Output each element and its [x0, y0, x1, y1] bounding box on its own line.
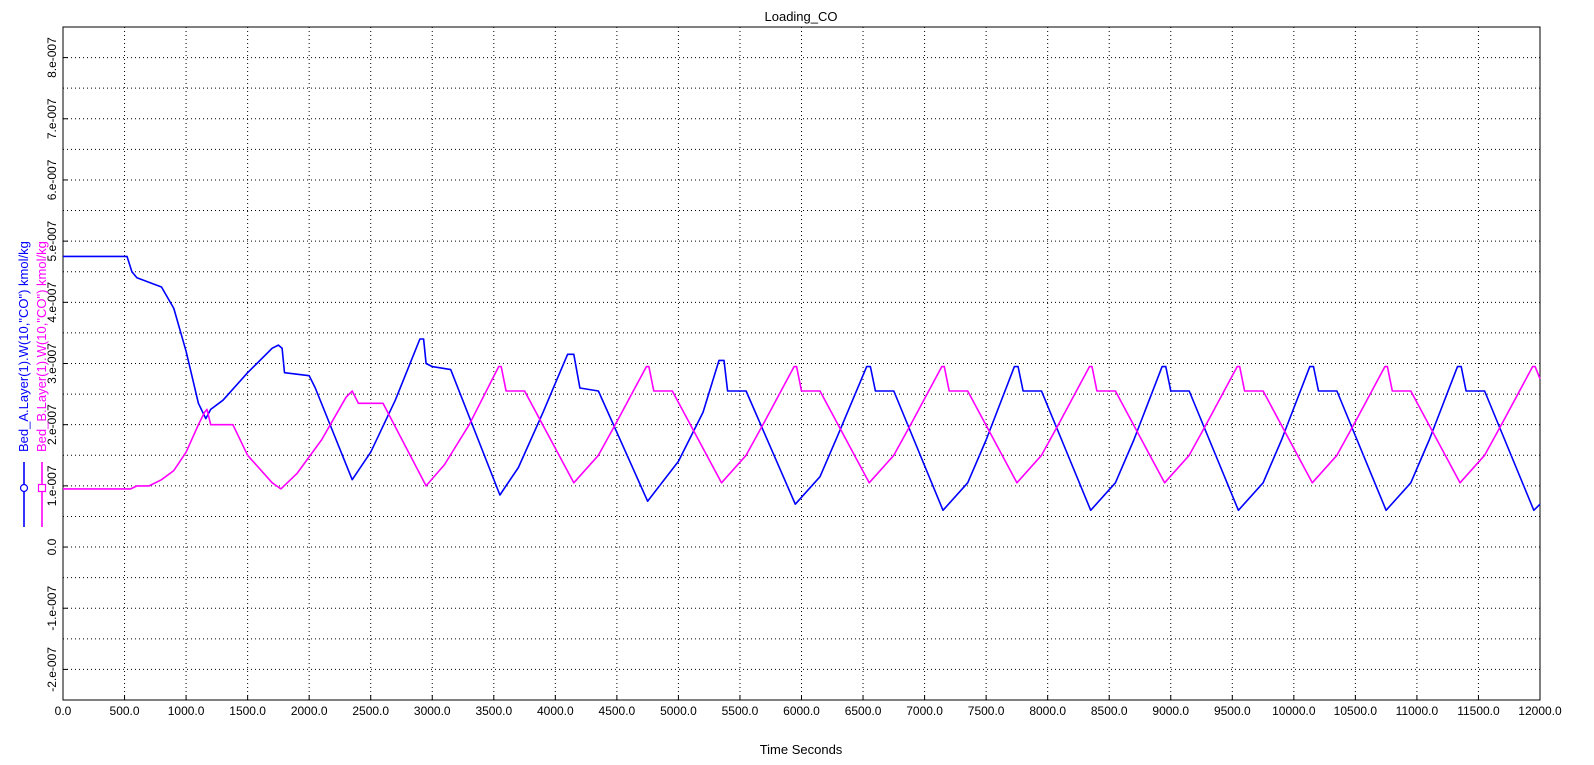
x-tick-label: 6500.0 — [845, 704, 882, 718]
x-tick-label: 0.0 — [55, 704, 72, 718]
x-tick-label: 500.0 — [110, 704, 140, 718]
chart-svg: Loading_CO Time Seconds 0.0 500.0 1000.0 15… — [16, 9, 1562, 757]
y-tick-label: 6.e-007 — [45, 159, 59, 200]
x-tick-label: 11000.0 — [1396, 704, 1439, 718]
x-tick-label: 3000.0 — [414, 704, 451, 718]
x-tick-label: 7000.0 — [906, 704, 943, 718]
x-tick-label: 10000.0 — [1272, 704, 1316, 718]
legend: Bed_A.Layer(1).W(10,"CO") kmol/kg Bed_B.L… — [16, 241, 49, 527]
x-tick-label: 1500.0 — [229, 704, 266, 718]
x-tick-label: 5500.0 — [722, 704, 759, 718]
axis-ticks: 0.0 500.0 1000.0 1500.0 2000.0 2500.0 3000.0 35… — [45, 37, 1562, 718]
x-tick-label: 3500.0 — [475, 704, 512, 718]
legend-label: Bed_A.Layer(1).W(10,"CO") kmol/kg — [16, 241, 31, 452]
y-tick-label: 1.e-007 — [45, 465, 59, 506]
x-tick-label: 2000.0 — [291, 704, 328, 718]
y-tick-label: 8.e-007 — [45, 37, 59, 78]
grid-lines — [63, 26, 1540, 700]
x-tick-label: 2500.0 — [352, 704, 389, 718]
x-tick-label: 8500.0 — [1091, 704, 1128, 718]
chart-container: Loading_CO Time Seconds 0.0 500.0 1000.0 15… — [0, 0, 1594, 760]
chart-title: Loading_CO — [765, 9, 838, 24]
y-tick-label: 7.e-007 — [45, 98, 59, 139]
x-tick-label: 9000.0 — [1152, 704, 1189, 718]
x-tick-label: 10500.0 — [1334, 704, 1378, 718]
x-tick-label: 1000.0 — [168, 704, 205, 718]
legend-marker-square — [37, 483, 47, 493]
x-tick-label: 7500.0 — [968, 704, 1005, 718]
x-tick-label: 5000.0 — [660, 704, 697, 718]
legend-label: Bed_B.Layer(1).W(10,"CO") kmol/kg — [34, 241, 49, 452]
x-tick-label: 6000.0 — [783, 704, 820, 718]
legend-marker-circle — [19, 483, 29, 493]
y-tick-label: 0.0 — [45, 538, 59, 555]
x-tick-label: 8000.0 — [1029, 704, 1066, 718]
x-tick-label: 4000.0 — [537, 704, 574, 718]
x-tick-label: 12000.0 — [1518, 704, 1562, 718]
y-tick-label: -2.e-007 — [45, 647, 59, 692]
x-tick-label: 9500.0 — [1214, 704, 1251, 718]
x-axis-title: Time Seconds — [760, 742, 843, 757]
x-tick-label: 4500.0 — [599, 704, 636, 718]
y-tick-label: -1.e-007 — [45, 586, 59, 631]
x-tick-label: 11500.0 — [1457, 704, 1500, 718]
